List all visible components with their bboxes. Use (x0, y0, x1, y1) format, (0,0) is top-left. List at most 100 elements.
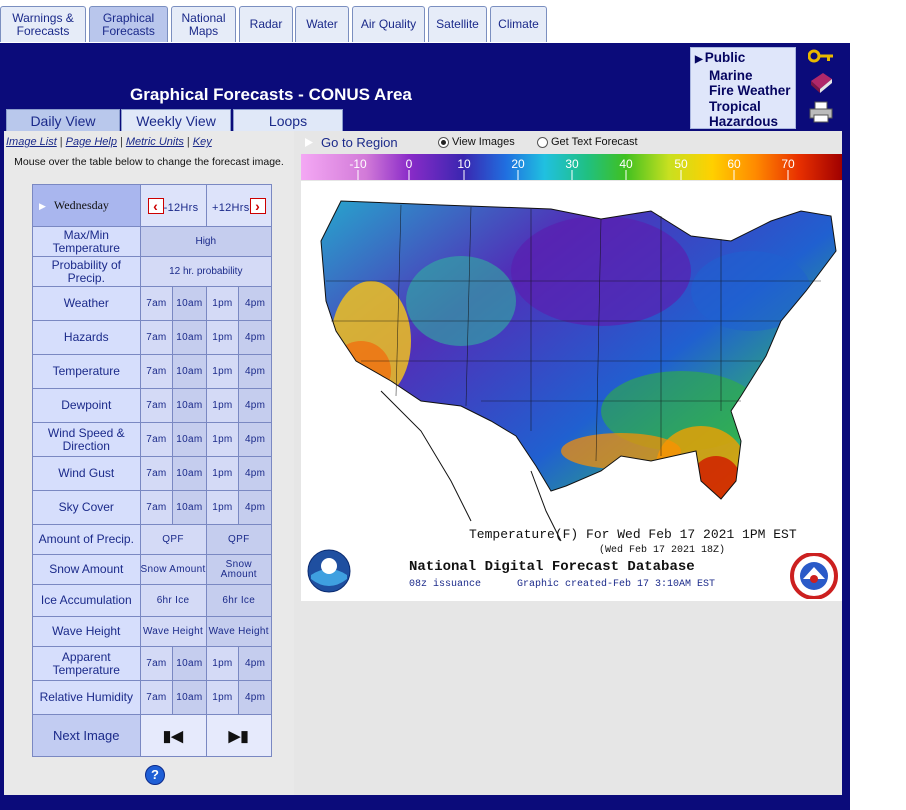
hazards-10am-button[interactable]: 10am (172, 320, 207, 355)
hazards-4pm-button[interactable]: 4pm (238, 320, 272, 355)
plus-12hrs-button[interactable]: +12Hrs › (205, 184, 273, 227)
temperature-7am-button[interactable]: 7am (139, 354, 174, 389)
nav-tab-label: Water (306, 18, 338, 31)
printer-icon[interactable] (808, 101, 834, 123)
get-text-forecast-radio[interactable]: Get Text Forecast (537, 136, 638, 148)
ice-accumulation-1-button[interactable]: 6hr Ice (205, 584, 273, 617)
nav-tab-label: Air Quality (361, 18, 416, 31)
map-caption-utc: (Wed Feb 17 2021 18Z) (599, 545, 726, 556)
dewpoint-10am-button[interactable]: 10am (172, 388, 207, 423)
row-wind-gust: Wind Gust (32, 456, 141, 491)
temperature-1pm-button[interactable]: 1pm (205, 354, 240, 389)
relative-humidity-1pm-button[interactable]: 1pm (205, 680, 240, 715)
key-link[interactable]: Key (193, 136, 212, 148)
maxmin-high-button[interactable]: High (139, 226, 273, 257)
amount-of-precip-0-button[interactable]: QPF (139, 524, 207, 555)
ice-accumulation-0-button[interactable]: 6hr Ice (139, 584, 207, 617)
row-relative-humidity: Relative Humidity (32, 680, 141, 715)
apparent-temperature-1pm-button[interactable]: 1pm (205, 646, 240, 681)
weather-1pm-button[interactable]: 1pm (205, 286, 240, 321)
tab-daily-view[interactable]: Daily View (6, 109, 120, 131)
sky-cover-10am-button[interactable]: 10am (172, 490, 207, 525)
hazards-1pm-button[interactable]: 1pm (205, 320, 240, 355)
map-toolbar: Go to Region View Images Get Text Foreca… (301, 131, 842, 153)
wind-speed-direction-4pm-button[interactable]: 4pm (238, 422, 272, 457)
content-panel: Image List | Page Help | Metric Units | Key Mo… (4, 131, 842, 795)
metric-units-link[interactable]: Metric Units (126, 136, 184, 148)
hazard-category-fire-weather[interactable]: Fire Weather (695, 83, 795, 99)
wave-height-1-button[interactable]: Wave Height (205, 616, 273, 647)
tab-loops[interactable]: Loops (233, 109, 343, 131)
weather-10am-button[interactable]: 10am (172, 286, 207, 321)
last-image-button[interactable]: ▶▮ (205, 714, 273, 757)
hazard-category-hazardous[interactable]: Hazardous (695, 114, 795, 130)
minus-12hrs-button[interactable]: ‹ -12Hrs (139, 184, 207, 227)
temperature-4pm-button[interactable]: 4pm (238, 354, 272, 389)
hazard-category-label: Tropical (709, 98, 761, 114)
go-to-region-button[interactable]: Go to Region (321, 135, 398, 150)
sky-cover-1pm-button[interactable]: 1pm (205, 490, 240, 525)
snow-amount-0-button[interactable]: Snow Amount (139, 554, 207, 585)
dewpoint-7am-button[interactable]: 7am (139, 388, 174, 423)
dewpoint-4pm-button[interactable]: 4pm (238, 388, 272, 423)
wind-speed-direction-7am-button[interactable]: 7am (139, 422, 174, 457)
hazard-category-marine[interactable]: Marine (695, 68, 795, 84)
pop-12hr-button[interactable]: 12 hr. probability (139, 256, 273, 287)
page-help-link[interactable]: Page Help (66, 136, 117, 148)
help-icon[interactable]: ? (145, 765, 165, 785)
wind-gust-10am-button[interactable]: 10am (172, 456, 207, 491)
weather-4pm-button[interactable]: 4pm (238, 286, 272, 321)
book-icon[interactable] (808, 71, 834, 95)
forecast-map-image[interactable]: Temperature(F) For Wed Feb 17 2021 1PM E… (301, 181, 842, 601)
row-dewpoint: Dewpoint (32, 388, 141, 423)
relative-humidity-7am-button[interactable]: 7am (139, 680, 174, 715)
dewpoint-1pm-button[interactable]: 1pm (205, 388, 240, 423)
relative-humidity-4pm-button[interactable]: 4pm (238, 680, 272, 715)
snow-amount-1-button[interactable]: Snow Amount (205, 554, 273, 585)
sky-cover-7am-button[interactable]: 7am (139, 490, 174, 525)
nav-tab-line1: Satellite (436, 17, 479, 31)
first-image-button[interactable]: ▮◀ (139, 714, 207, 757)
relative-humidity-10am-button[interactable]: 10am (172, 680, 207, 715)
nav-tab-label: Warnings & Forecasts (12, 10, 74, 38)
view-images-radio[interactable]: View Images (438, 136, 515, 148)
wind-gust-7am-button[interactable]: 7am (139, 456, 174, 491)
nav-tab-6[interactable]: Satellite (428, 6, 487, 42)
colorbar-tick-label: 50 (674, 157, 688, 171)
main-area: ▶ Public Marine Fire Weather Tropical Hazardo… (0, 43, 850, 810)
row-apparent-temperature: Apparent Temperature (32, 646, 141, 681)
colorbar-tick-label: 60 (727, 157, 741, 171)
nav-tab-1[interactable]: Graphical Forecasts (89, 6, 168, 42)
nav-tab-7[interactable]: Climate (490, 6, 547, 42)
key-icon[interactable] (808, 49, 834, 63)
weather-7am-button[interactable]: 7am (139, 286, 174, 321)
nav-tab-5[interactable]: Air Quality (352, 6, 425, 42)
nav-tab-2[interactable]: National Maps (171, 6, 236, 42)
nav-tab-3[interactable]: Radar (239, 6, 293, 42)
image-list-link[interactable]: Image List (6, 136, 57, 148)
sky-cover-4pm-button[interactable]: 4pm (238, 490, 272, 525)
hazards-7am-button[interactable]: 7am (139, 320, 174, 355)
apparent-temperature-7am-button[interactable]: 7am (139, 646, 174, 681)
day-selector[interactable]: ▶ Wednesday (32, 184, 141, 227)
sidebar-links: Image List | Page Help | Metric Units | Key (6, 136, 212, 148)
tab-weekly-view[interactable]: Weekly View (121, 109, 231, 131)
wave-height-0-button[interactable]: Wave Height (139, 616, 207, 647)
next-image-button[interactable]: Next Image (32, 714, 141, 757)
nav-tab-0[interactable]: Warnings & Forecasts (0, 6, 86, 42)
amount-of-precip-1-button[interactable]: QPF (205, 524, 273, 555)
apparent-temperature-10am-button[interactable]: 10am (172, 646, 207, 681)
colorbar-tick-label: -10 (349, 157, 367, 171)
nav-tab-line1: Climate (498, 17, 539, 31)
nav-tab-line1: Warnings & (12, 10, 74, 25)
wind-speed-direction-1pm-button[interactable]: 1pm (205, 422, 240, 457)
wind-speed-direction-10am-button[interactable]: 10am (172, 422, 207, 457)
wind-gust-4pm-button[interactable]: 4pm (238, 456, 272, 491)
nav-tab-4[interactable]: Water (295, 6, 349, 42)
hazard-category-tropical[interactable]: Tropical (695, 99, 795, 115)
apparent-temperature-4pm-button[interactable]: 4pm (238, 646, 272, 681)
map-caption-created: Graphic created-Feb 17 3:10AM EST (517, 579, 716, 590)
wind-gust-1pm-button[interactable]: 1pm (205, 456, 240, 491)
hazard-category-public[interactable]: ▶ Public (695, 50, 795, 68)
temperature-10am-button[interactable]: 10am (172, 354, 207, 389)
